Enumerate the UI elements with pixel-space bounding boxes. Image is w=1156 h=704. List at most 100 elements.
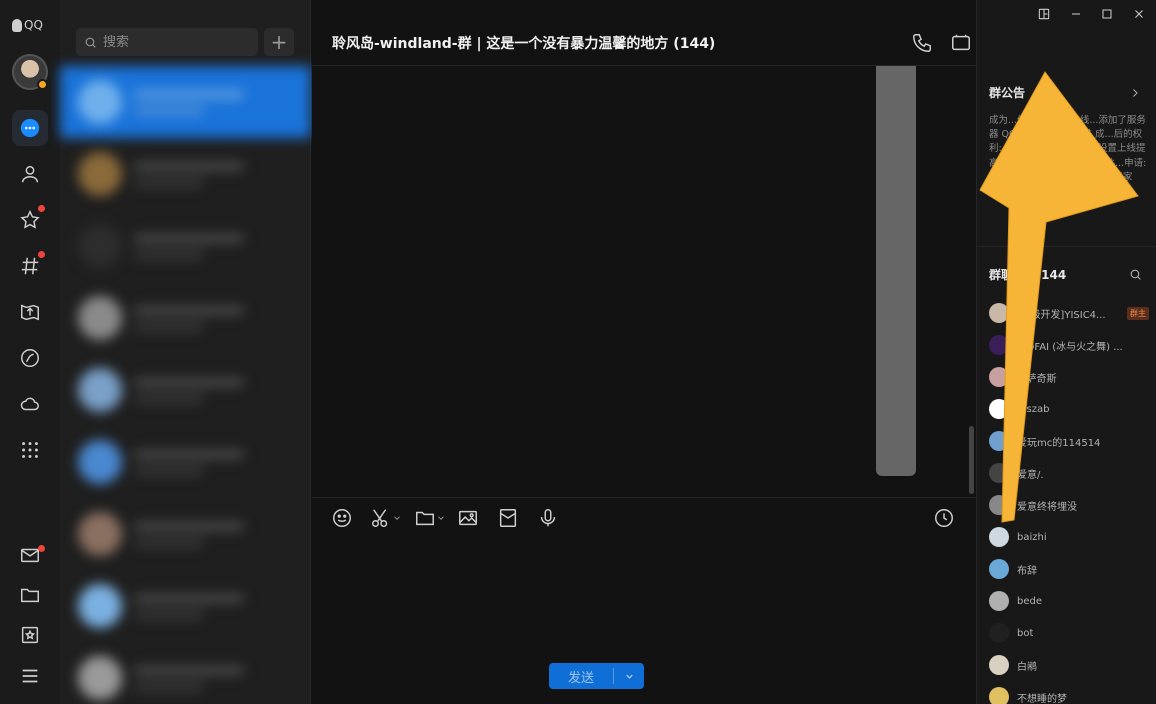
owner-badge: 群主 [1127,306,1149,320]
list-item[interactable] [60,66,311,138]
list-item[interactable] [60,354,311,426]
folder-icon[interactable] [12,577,48,613]
member-avatar [989,463,1009,483]
member-item[interactable]: baizhi [989,526,1149,548]
member-name: 不想睡的梦 [1017,693,1067,704]
member-name: ...OFAI (冰与火之舞) ... [1017,341,1123,353]
messages-icon[interactable] [12,110,48,146]
add-button[interactable]: + [264,28,294,56]
pin-window-icon[interactable] [1036,6,1052,22]
members-title: 群聊成员 144 [989,268,1067,282]
member-name: ...萨奇斯 [1017,373,1057,385]
mail-icon[interactable] [12,537,48,573]
user-avatar[interactable] [12,54,48,90]
more-apps-icon[interactable] [12,432,48,468]
file-icon[interactable] [414,506,446,530]
conversation-list: + [60,0,311,704]
brand-text: QQ [24,18,43,32]
member-item[interactable]: bede [989,590,1149,612]
list-item[interactable] [60,210,311,282]
channels-badge [38,251,45,258]
contacts-icon[interactable] [12,156,48,192]
list-item[interactable] [60,138,311,210]
member-avatar [989,591,1009,611]
member-item[interactable]: ...萨奇斯 [989,366,1149,388]
search-icon [85,37,96,48]
member-item[interactable]: ...szab [989,398,1149,420]
notice-title: 群公告 [989,86,1026,100]
member-name: bot [1017,627,1034,639]
member-avatar [989,367,1009,387]
member-avatar [989,431,1009,451]
scrollbar[interactable] [969,426,974,494]
cloud-icon[interactable] [12,386,48,422]
list-item[interactable] [60,282,311,354]
brand-logo: QQ [12,18,43,32]
member-name: 白鹇 [1017,661,1037,673]
chevron-down-icon[interactable] [436,513,446,523]
qq-window: QQ 搜索 + 聆风岛-windland-群 | 这是一个没有暴力温馨的地方 (… [0,0,1156,704]
chevron-down-icon[interactable] [392,513,402,523]
phone-icon[interactable] [909,30,935,56]
member-name: bede [1017,595,1042,607]
blurred-conversations [60,66,311,704]
member-avatar [989,399,1009,419]
member-item[interactable]: [...级开发]YISIC4... 群主 [989,302,1149,324]
screenshot-icon[interactable] [370,506,402,530]
emoji-icon[interactable] [331,506,353,530]
notice-body[interactable]: 成为...件: 1.服务器在线...添加了服务器 QQ群...器视频三连过 成.… [989,114,1149,230]
member-item[interactable]: 爱意/. [989,462,1149,484]
search-box[interactable] [76,28,258,56]
member-avatar [989,559,1009,579]
send-button[interactable]: 发送 [549,663,644,689]
search-icon[interactable] [1129,266,1142,285]
member-item[interactable]: 不想睡的梦 [989,686,1149,704]
member-item[interactable]: 爱玩mc的114514 [989,430,1149,452]
bookmark-icon[interactable] [12,617,48,653]
member-name: 布辞 [1017,565,1037,577]
microphone-icon[interactable] [537,506,559,530]
menu-icon[interactable] [12,658,48,694]
input-toolbar [312,497,976,537]
nav-rail: QQ [0,0,60,704]
member-item[interactable]: ...OFAI (冰与火之舞) ... [989,334,1149,356]
list-item[interactable] [60,642,311,704]
list-item[interactable] [60,498,311,570]
message-bubble [876,66,916,476]
member-name: baizhi [1017,531,1047,543]
member-name: 爱玩mc的114514 [1017,437,1101,449]
send-label: 发送 [567,670,594,686]
message-area [312,66,976,496]
apps-icon[interactable] [12,340,48,376]
send-options[interactable] [614,663,644,689]
group-info-panel: 群公告 成为...件: 1.服务器在线...添加了服务器 QQ群...器视频三连… [976,0,1156,704]
minimize-icon[interactable] [1068,6,1084,22]
games-icon[interactable] [12,294,48,330]
chat-title: 聆风岛-windland-群 | 这是一个没有暴力温馨的地方 (144) [332,36,716,52]
message-input[interactable] [312,537,976,657]
member-item[interactable]: bot [989,622,1149,644]
maximize-icon[interactable] [1099,6,1115,22]
member-item[interactable]: 爱意终将埋没 [989,494,1149,516]
member-avatar [989,335,1009,355]
member-avatar [989,655,1009,675]
list-item[interactable] [60,570,311,642]
mail-badge [38,545,45,552]
search-input[interactable] [103,34,243,50]
member-avatar [989,495,1009,515]
member-name: [...级开发]YISIC4... [1017,309,1106,321]
member-name: ...szab [1017,403,1050,415]
red-packet-icon[interactable] [497,506,519,530]
chevron-right-icon[interactable] [1129,84,1141,103]
member-avatar [989,527,1009,547]
image-icon[interactable] [457,506,479,530]
list-item[interactable] [60,426,311,498]
chat-panel: 聆风岛-windland-群 | 这是一个没有暴力温馨的地方 (144) [312,0,976,704]
penguin-icon [12,18,22,32]
video-call-icon[interactable] [948,30,974,56]
member-item[interactable]: 白鹇 [989,654,1149,676]
history-icon[interactable] [933,506,955,530]
close-icon[interactable] [1131,6,1147,22]
member-item[interactable]: 布辞 [989,558,1149,580]
member-name: 爱意终将埋没 [1017,501,1077,513]
